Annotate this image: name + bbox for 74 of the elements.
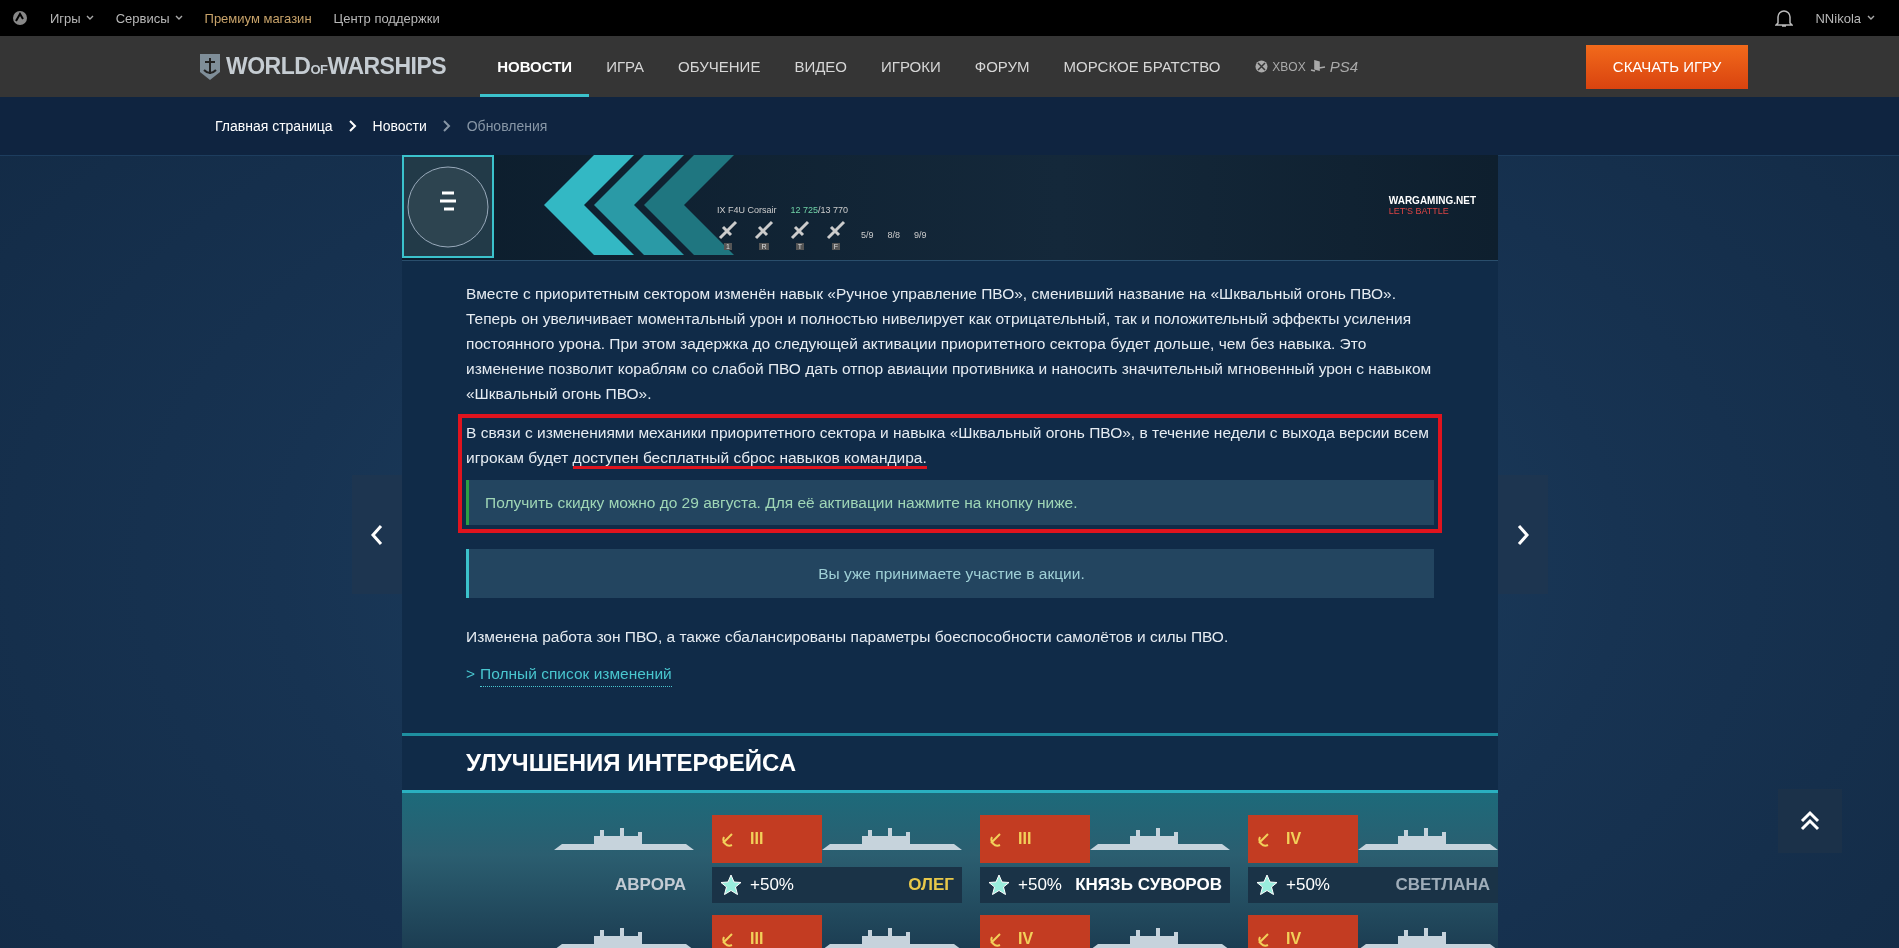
article-paragraph: Изменена работа зон ПВО, а также сбалансированы параметры боеспособности самолётов и силы ПВО. — [466, 627, 1230, 647]
ammo-count: 8/8 — [887, 229, 901, 240]
bonus-label: +50% — [1286, 875, 1330, 895]
game-logo[interactable]: WORLDOFWARSHIPS — [198, 51, 447, 82]
ship-name: КНЯЗЬ СУВОРОВ — [1075, 875, 1222, 895]
platform-label: XBOX — [1272, 59, 1306, 74]
aircraft-name: IX F4U Corsair — [717, 205, 777, 215]
ship-silhouette-icon — [1358, 926, 1498, 948]
article-paragraph: В связи с изменениями механики приоритетного сектора и навыка «Шквальный огонь ПВО», в течение недели с выхода версии всем игрокам будет доступен бесплатный сброс навыков командира. — [466, 420, 1434, 470]
nav-tab[interactable]: ИГРА — [589, 36, 662, 97]
participation-notice: Вы уже принимаете участие в акции. — [466, 549, 1434, 598]
logo-icon[interactable] — [12, 10, 28, 26]
ship-silhouette-icon — [1090, 826, 1230, 852]
playstation-icon — [1309, 60, 1326, 73]
user-menu[interactable]: NNikola — [1815, 10, 1875, 26]
breadcrumb-link[interactable]: Новости — [372, 118, 427, 134]
ship-silhouette-icon — [822, 926, 962, 948]
chevron-right-icon — [442, 120, 451, 132]
ship-silhouette-icon — [1358, 826, 1498, 852]
breadcrumb-link[interactable]: Главная страница — [215, 118, 333, 134]
star-icon — [988, 874, 1010, 896]
tier-flag: IV — [1248, 815, 1358, 863]
nav-tab[interactable]: ОБУЧЕНИЕ — [661, 36, 778, 97]
section-heading: УЛУЧШЕНИЯ ИНТЕРФЕЙСА — [402, 733, 1498, 793]
tier-flag: III — [712, 815, 822, 863]
chevron-down-icon — [1867, 15, 1875, 21]
aircraft-icon — [789, 219, 811, 241]
platform-label: PS4 — [1329, 58, 1359, 75]
notice-box: Получить скидку можно до 29 августа. Для её активации нажмите на кнопку ниже. — [466, 480, 1434, 525]
ammo-count: 5/9 — [861, 229, 874, 240]
tier-flag: IV — [1248, 915, 1358, 948]
ship-silhouette-icon — [554, 826, 694, 852]
ship-silhouette-icon — [1090, 926, 1230, 948]
tier-flag: III — [980, 815, 1090, 863]
nav-tab[interactable]: ФОРУМ — [957, 36, 1047, 97]
aircraft-icon — [753, 219, 775, 241]
top-menu-item[interactable]: Сервисы — [115, 10, 183, 26]
bell-icon[interactable] — [1775, 8, 1794, 28]
star-icon — [720, 874, 742, 896]
aircraft-icon — [825, 219, 847, 241]
brand-tagline: LET'S BATTLE — [1388, 206, 1450, 216]
chevron-right-icon — [348, 120, 357, 132]
top-menu-item[interactable]: Премиум магазин — [204, 10, 312, 26]
star-icon — [1256, 874, 1278, 896]
ship-silhouette-icon — [554, 926, 694, 948]
scroll-top-button[interactable] — [1778, 789, 1842, 853]
ship-name: АВРОРА — [615, 875, 686, 895]
nav-tab[interactable]: ИГРОКИ — [864, 36, 958, 97]
bonus-label: +50% — [750, 875, 794, 895]
double-chevron-up-icon — [1799, 810, 1821, 832]
aircraft-icon — [717, 219, 739, 241]
chevron-right-icon — [1516, 523, 1530, 546]
top-menu-item[interactable]: Центр поддержки — [333, 10, 440, 26]
nav-tab[interactable]: ВИДЕО — [777, 36, 865, 97]
ammo-count: 9/9 — [914, 229, 927, 240]
chevron-left-icon — [370, 523, 384, 546]
nav-tab[interactable]: МОРСКОЕ БРАТСТВО — [1046, 36, 1238, 97]
chevron-down-icon — [174, 15, 183, 21]
ship-name: СВЕТЛАНА — [1395, 875, 1490, 895]
chevron-down-icon — [85, 15, 94, 21]
article-paragraph: Вместе с приоритетным сектором изменён навык «Ручное управление ПВО», сменивший название на «Шквальный огонь ПВО». Теперь он увеличивает моментальный урон и полностью нивелирует как отрицательный, так и положительный эффекты усиления постоянного урона. При этом задержка до следующей активации приоритетного сектора будет дольше, чем без навыка. Это изменение позволит кораблям со слабой ПВО дать отпор авиации противника и наносить значительный мгновенный урон с навыком «Шквальный огонь ПВО». — [466, 284, 1433, 404]
top-menu-item[interactable]: Игры — [50, 10, 94, 26]
bonus-label: +50% — [1018, 875, 1062, 895]
ship-silhouette-icon — [822, 826, 962, 852]
xbox-icon — [1255, 60, 1269, 73]
tier-flag: III — [712, 915, 822, 948]
tier-flag: IV — [980, 915, 1090, 948]
aircraft-health: 12 725/13 770 — [790, 205, 849, 215]
changelog-link[interactable]: Полный список изменений — [480, 661, 672, 687]
breadcrumb-link[interactable]: Обновления — [466, 118, 548, 134]
link-marker: > — [466, 664, 476, 684]
ship-name: ОЛЕГ — [908, 875, 954, 895]
download-button[interactable]: СКАЧАТЬ ИГРУ — [1586, 44, 1749, 89]
brand-logo-text: WARGAMING.NET — [1388, 195, 1476, 206]
